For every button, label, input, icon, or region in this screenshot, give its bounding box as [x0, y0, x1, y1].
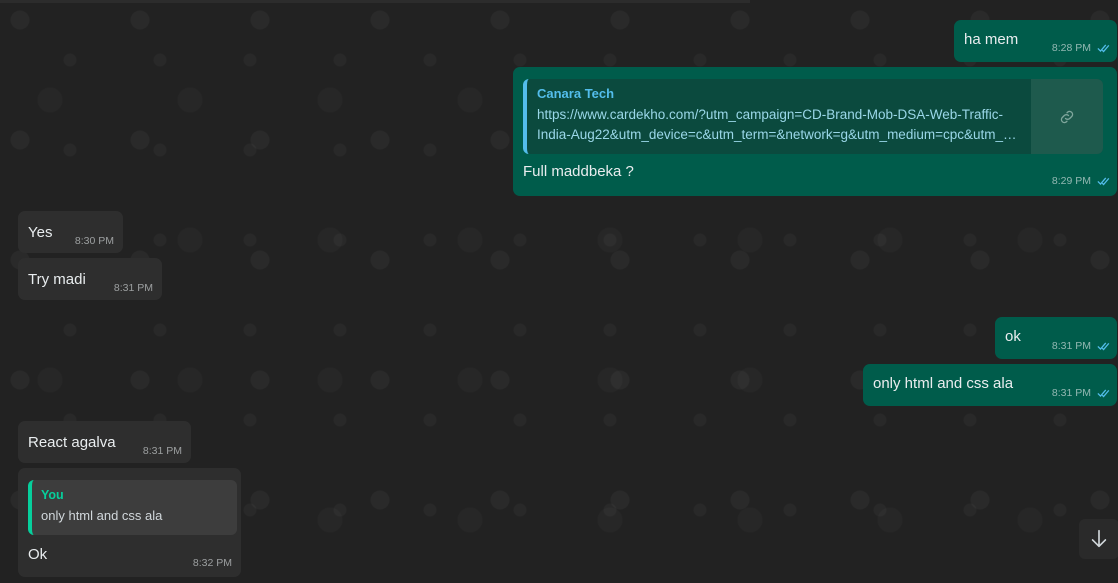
- link-thumbnail: [1031, 79, 1103, 154]
- link-preview-title: Canara Tech: [537, 86, 615, 101]
- message-text: Full maddbeka ?: [523, 163, 634, 180]
- message-incoming[interactable]: React agalva 8:31 PM: [18, 421, 191, 463]
- quoted-author: You: [41, 488, 64, 502]
- read-ticks-icon: [1097, 342, 1110, 351]
- message-meta: 8:31 PM: [1052, 340, 1111, 352]
- quoted-text: only html and css ala: [41, 508, 163, 523]
- link-url-line: India-Aug22&utm_device=c&utm_term=&netwo…: [537, 127, 1017, 142]
- message-incoming[interactable]: Try madi 8:31 PM: [18, 258, 162, 300]
- read-ticks-icon: [1097, 177, 1110, 186]
- message-meta: 8:30 PM: [75, 235, 114, 247]
- link-preview[interactable]: Canara Tech https://www.cardekho.com/?ut…: [523, 79, 1103, 154]
- message-time: 8:31 PM: [1051, 340, 1091, 352]
- message-outgoing[interactable]: Canara Tech https://www.cardekho.com/?ut…: [513, 67, 1117, 196]
- scroll-to-bottom-button[interactable]: [1079, 519, 1118, 559]
- message-time: 8:32 PM: [192, 557, 232, 569]
- message-outgoing[interactable]: ok 8:31 PM: [995, 317, 1117, 359]
- message-meta: 8:31 PM: [1052, 387, 1111, 399]
- message-outgoing[interactable]: ha mem 8:28 PM: [954, 20, 1117, 62]
- message-text: React agalva: [28, 434, 116, 451]
- message-time: 8:31 PM: [142, 445, 182, 457]
- message-outgoing[interactable]: only html and css ala 8:31 PM: [863, 364, 1117, 406]
- link-icon: [1060, 110, 1074, 123]
- quoted-message[interactable]: You only html and css ala: [28, 480, 237, 535]
- message-time: 8:28 PM: [1051, 42, 1091, 54]
- link-url-line: https://www.cardekho.com/?utm_campaign=C…: [537, 107, 1004, 122]
- message-time: 8:31 PM: [113, 282, 153, 294]
- read-ticks-icon: [1097, 389, 1110, 398]
- message-text: Yes: [28, 224, 53, 241]
- message-text: only html and css ala: [873, 375, 1014, 392]
- read-ticks-icon: [1097, 44, 1110, 53]
- message-meta: 8:32 PM: [193, 557, 232, 569]
- header-edge: [0, 0, 750, 3]
- message-incoming[interactable]: You only html and css ala Ok 8:32 PM: [18, 468, 241, 577]
- message-time: 8:31 PM: [1051, 387, 1091, 399]
- message-meta: 8:31 PM: [114, 282, 153, 294]
- message-text: ha mem: [964, 31, 1019, 48]
- message-meta: 8:28 PM: [1052, 42, 1111, 54]
- message-text: Try madi: [28, 271, 86, 288]
- message-text: ok: [1005, 328, 1021, 345]
- link-preview-url[interactable]: https://www.cardekho.com/?utm_campaign=C…: [537, 105, 1017, 145]
- message-time: 8:30 PM: [74, 235, 114, 247]
- message-incoming[interactable]: Yes 8:30 PM: [18, 211, 123, 253]
- message-meta: 8:29 PM: [1052, 175, 1111, 187]
- arrow-down-icon: [1091, 529, 1107, 548]
- message-time: 8:29 PM: [1051, 175, 1091, 187]
- message-meta: 8:31 PM: [143, 445, 182, 457]
- message-text: Ok: [28, 546, 48, 563]
